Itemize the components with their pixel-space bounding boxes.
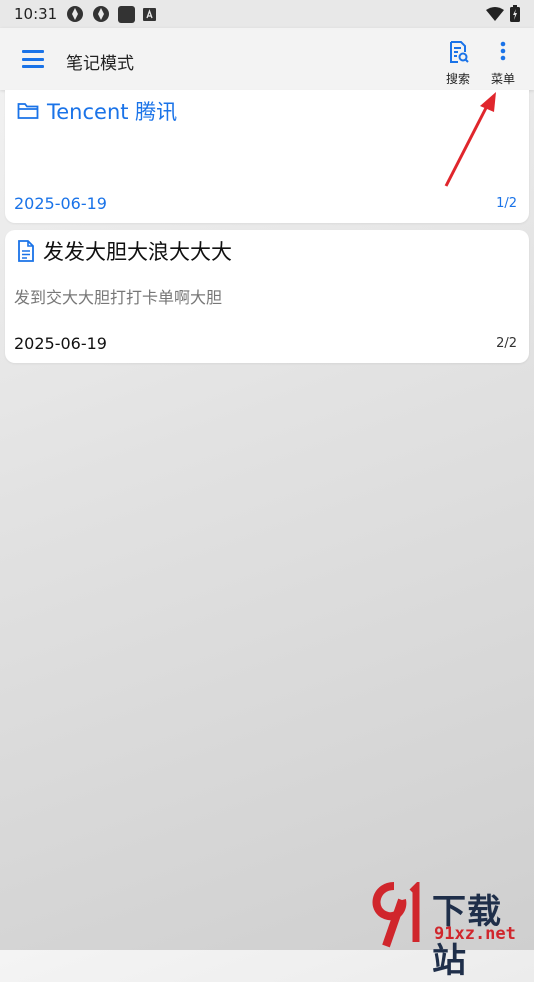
hamburger-menu-icon[interactable] bbox=[22, 50, 44, 68]
watermark-url: 91xz.net bbox=[434, 924, 516, 944]
annotation-arrow-icon bbox=[444, 92, 496, 187]
card-page-indicator: 1/2 bbox=[496, 196, 517, 211]
sync-icon-2 bbox=[93, 6, 109, 22]
note-card-document[interactable]: 发发大胆大浪大大大 发到交大大胆打打卡单啊大胆 2025-06-19 2/2 bbox=[5, 230, 529, 363]
menu-button[interactable]: 菜单 bbox=[483, 40, 523, 87]
folder-icon bbox=[17, 103, 39, 119]
page-title: 笔记模式 bbox=[66, 54, 134, 74]
card-title-row: 发发大胆大浪大大大 bbox=[17, 236, 232, 266]
card-title: 发发大胆大浪大大大 bbox=[43, 240, 232, 264]
search-label: 搜索 bbox=[445, 72, 470, 86]
battery-icon bbox=[510, 5, 520, 22]
status-time: 10:31 bbox=[14, 5, 58, 23]
app-square-icon bbox=[118, 5, 135, 23]
app-bar: 笔记模式 搜索 菜单 bbox=[0, 28, 534, 90]
card-date: 2025-06-19 bbox=[14, 194, 107, 213]
card-date: 2025-06-19 bbox=[14, 334, 107, 353]
status-notification-icons bbox=[66, 5, 156, 23]
card-title-row: Tencent 腾讯 bbox=[17, 96, 177, 126]
watermark-logo-icon bbox=[372, 882, 420, 948]
card-page-indicator: 2/2 bbox=[496, 336, 517, 351]
watermark: 下载站 91xz.net bbox=[364, 882, 534, 981]
wifi-icon bbox=[486, 6, 504, 21]
search-button[interactable]: 搜索 bbox=[438, 40, 478, 87]
document-icon bbox=[18, 240, 34, 262]
status-bar: 10:31 bbox=[0, 0, 534, 28]
card-body: 发到交大大胆打打卡单啊大胆 bbox=[14, 288, 223, 307]
status-system-icons bbox=[486, 5, 520, 22]
keyboard-a-icon bbox=[143, 7, 156, 21]
document-search-icon bbox=[450, 41, 469, 63]
card-title: Tencent 腾讯 bbox=[47, 100, 178, 124]
sync-icon bbox=[67, 6, 83, 22]
more-vertical-icon bbox=[500, 41, 506, 61]
menu-label: 菜单 bbox=[490, 72, 515, 86]
